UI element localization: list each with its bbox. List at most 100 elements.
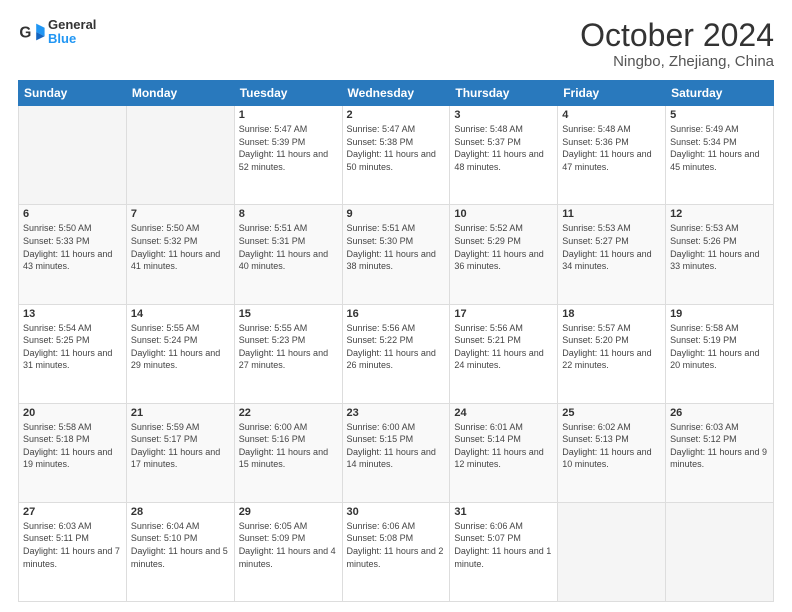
day-number: 22: [239, 407, 338, 419]
day-info: Sunrise: 6:00 AMSunset: 5:16 PMDaylight:…: [239, 421, 338, 471]
logo-icon: G: [18, 18, 46, 46]
day-info: Sunrise: 6:06 AMSunset: 5:07 PMDaylight:…: [454, 520, 553, 570]
day-info: Sunrise: 5:48 AMSunset: 5:37 PMDaylight:…: [454, 123, 553, 173]
day-info: Sunrise: 6:06 AMSunset: 5:08 PMDaylight:…: [347, 520, 446, 570]
calendar-cell: [558, 502, 666, 601]
weekday-header: Sunday: [19, 81, 127, 106]
calendar-cell: [126, 106, 234, 205]
calendar-cell: 12 Sunrise: 5:53 AMSunset: 5:26 PMDayligh…: [666, 205, 774, 304]
calendar-cell: 26 Sunrise: 6:03 AMSunset: 5:12 PMDayligh…: [666, 403, 774, 502]
day-number: 24: [454, 407, 553, 419]
day-info: Sunrise: 6:02 AMSunset: 5:13 PMDaylight:…: [562, 421, 661, 471]
day-number: 6: [23, 208, 122, 220]
calendar-cell: 30 Sunrise: 6:06 AMSunset: 5:08 PMDayligh…: [342, 502, 450, 601]
calendar-cell: 11 Sunrise: 5:53 AMSunset: 5:27 PMDayligh…: [558, 205, 666, 304]
day-number: 7: [131, 208, 230, 220]
calendar-cell: 16 Sunrise: 5:56 AMSunset: 5:22 PMDayligh…: [342, 304, 450, 403]
day-info: Sunrise: 6:03 AMSunset: 5:11 PMDaylight:…: [23, 520, 122, 570]
day-number: 27: [23, 506, 122, 518]
day-number: 5: [670, 109, 769, 121]
svg-text:G: G: [19, 25, 31, 42]
day-info: Sunrise: 5:50 AMSunset: 5:32 PMDaylight:…: [131, 222, 230, 272]
calendar-cell: 8Sunrise: 5:51 AMSunset: 5:31 PMDaylight…: [234, 205, 342, 304]
calendar-cell: 22 Sunrise: 6:00 AMSunset: 5:16 PMDayligh…: [234, 403, 342, 502]
day-info: Sunrise: 5:54 AMSunset: 5:25 PMDaylight:…: [23, 322, 122, 372]
calendar-week-row: 13 Sunrise: 5:54 AMSunset: 5:25 PMDayligh…: [19, 304, 774, 403]
calendar-cell: 23 Sunrise: 6:00 AMSunset: 5:15 PMDayligh…: [342, 403, 450, 502]
page-header: G General Blue October 2024 Ningbo, Zhej…: [18, 18, 774, 70]
logo-text-general: General: [48, 18, 96, 32]
day-number: 30: [347, 506, 446, 518]
weekday-header: Tuesday: [234, 81, 342, 106]
weekday-header-row: SundayMondayTuesdayWednesdayThursdayFrid…: [19, 81, 774, 106]
day-number: 10: [454, 208, 553, 220]
day-info: Sunrise: 5:47 AMSunset: 5:38 PMDaylight:…: [347, 123, 446, 173]
day-info: Sunrise: 5:53 AMSunset: 5:27 PMDaylight:…: [562, 222, 661, 272]
logo: G General Blue: [18, 18, 96, 47]
calendar-cell: 6 Sunrise: 5:50 AMSunset: 5:33 PMDaylight…: [19, 205, 127, 304]
day-number: 25: [562, 407, 661, 419]
calendar-cell: 21Sunrise: 5:59 AMSunset: 5:17 PMDayligh…: [126, 403, 234, 502]
day-info: Sunrise: 5:50 AMSunset: 5:33 PMDaylight:…: [23, 222, 122, 272]
day-info: Sunrise: 6:03 AMSunset: 5:12 PMDaylight:…: [670, 421, 769, 471]
weekday-header: Saturday: [666, 81, 774, 106]
location-subtitle: Ningbo, Zhejiang, China: [580, 53, 774, 70]
day-info: Sunrise: 5:49 AMSunset: 5:34 PMDaylight:…: [670, 123, 769, 173]
day-number: 17: [454, 308, 553, 320]
calendar-cell: 18Sunrise: 5:57 AMSunset: 5:20 PMDayligh…: [558, 304, 666, 403]
day-info: Sunrise: 5:51 AMSunset: 5:30 PMDaylight:…: [347, 222, 446, 272]
day-info: Sunrise: 5:47 AMSunset: 5:39 PMDaylight:…: [239, 123, 338, 173]
calendar-cell: 10 Sunrise: 5:52 AMSunset: 5:29 PMDayligh…: [450, 205, 558, 304]
calendar-cell: 3Sunrise: 5:48 AMSunset: 5:37 PMDaylight…: [450, 106, 558, 205]
day-info: Sunrise: 5:48 AMSunset: 5:36 PMDaylight:…: [562, 123, 661, 173]
calendar-cell: 2Sunrise: 5:47 AMSunset: 5:38 PMDaylight…: [342, 106, 450, 205]
day-number: 14: [131, 308, 230, 320]
weekday-header: Thursday: [450, 81, 558, 106]
day-number: 20: [23, 407, 122, 419]
day-number: 4: [562, 109, 661, 121]
calendar-cell: 5 Sunrise: 5:49 AMSunset: 5:34 PMDaylight…: [666, 106, 774, 205]
day-number: 12: [670, 208, 769, 220]
calendar-cell: 13 Sunrise: 5:54 AMSunset: 5:25 PMDayligh…: [19, 304, 127, 403]
day-info: Sunrise: 5:57 AMSunset: 5:20 PMDaylight:…: [562, 322, 661, 372]
calendar-cell: 15Sunrise: 5:55 AMSunset: 5:23 PMDayligh…: [234, 304, 342, 403]
logo-text-blue: Blue: [48, 32, 96, 46]
calendar-week-row: 1Sunrise: 5:47 AMSunset: 5:39 PMDaylight…: [19, 106, 774, 205]
weekday-header: Monday: [126, 81, 234, 106]
day-number: 11: [562, 208, 661, 220]
day-number: 13: [23, 308, 122, 320]
calendar-week-row: 27 Sunrise: 6:03 AMSunset: 5:11 PMDayligh…: [19, 502, 774, 601]
calendar-cell: 19Sunrise: 5:58 AMSunset: 5:19 PMDayligh…: [666, 304, 774, 403]
calendar-cell: 29Sunrise: 6:05 AMSunset: 5:09 PMDayligh…: [234, 502, 342, 601]
calendar-cell: 24Sunrise: 6:01 AMSunset: 5:14 PMDayligh…: [450, 403, 558, 502]
day-info: Sunrise: 5:55 AMSunset: 5:24 PMDaylight:…: [131, 322, 230, 372]
calendar-cell: 7 Sunrise: 5:50 AMSunset: 5:32 PMDaylight…: [126, 205, 234, 304]
day-info: Sunrise: 5:59 AMSunset: 5:17 PMDaylight:…: [131, 421, 230, 471]
calendar-cell: [19, 106, 127, 205]
day-info: Sunrise: 6:00 AMSunset: 5:15 PMDaylight:…: [347, 421, 446, 471]
calendar-cell: 9Sunrise: 5:51 AMSunset: 5:30 PMDaylight…: [342, 205, 450, 304]
calendar-cell: 1Sunrise: 5:47 AMSunset: 5:39 PMDaylight…: [234, 106, 342, 205]
day-number: 23: [347, 407, 446, 419]
day-info: Sunrise: 5:52 AMSunset: 5:29 PMDaylight:…: [454, 222, 553, 272]
calendar-cell: 17 Sunrise: 5:56 AMSunset: 5:21 PMDayligh…: [450, 304, 558, 403]
day-info: Sunrise: 5:56 AMSunset: 5:21 PMDaylight:…: [454, 322, 553, 372]
calendar-table: SundayMondayTuesdayWednesdayThursdayFrid…: [18, 80, 774, 602]
calendar-cell: 27 Sunrise: 6:03 AMSunset: 5:11 PMDayligh…: [19, 502, 127, 601]
calendar-week-row: 20 Sunrise: 5:58 AMSunset: 5:18 PMDayligh…: [19, 403, 774, 502]
day-number: 15: [239, 308, 338, 320]
day-number: 19: [670, 308, 769, 320]
calendar-week-row: 6 Sunrise: 5:50 AMSunset: 5:33 PMDaylight…: [19, 205, 774, 304]
day-number: 16: [347, 308, 446, 320]
day-number: 31: [454, 506, 553, 518]
day-number: 26: [670, 407, 769, 419]
day-info: Sunrise: 5:56 AMSunset: 5:22 PMDaylight:…: [347, 322, 446, 372]
calendar-cell: 20 Sunrise: 5:58 AMSunset: 5:18 PMDayligh…: [19, 403, 127, 502]
weekday-header: Friday: [558, 81, 666, 106]
calendar-cell: 14 Sunrise: 5:55 AMSunset: 5:24 PMDayligh…: [126, 304, 234, 403]
calendar-cell: 4 Sunrise: 5:48 AMSunset: 5:36 PMDaylight…: [558, 106, 666, 205]
day-info: Sunrise: 6:05 AMSunset: 5:09 PMDaylight:…: [239, 520, 338, 570]
day-info: Sunrise: 5:58 AMSunset: 5:18 PMDaylight:…: [23, 421, 122, 471]
day-info: Sunrise: 5:53 AMSunset: 5:26 PMDaylight:…: [670, 222, 769, 272]
month-title: October 2024: [580, 18, 774, 53]
